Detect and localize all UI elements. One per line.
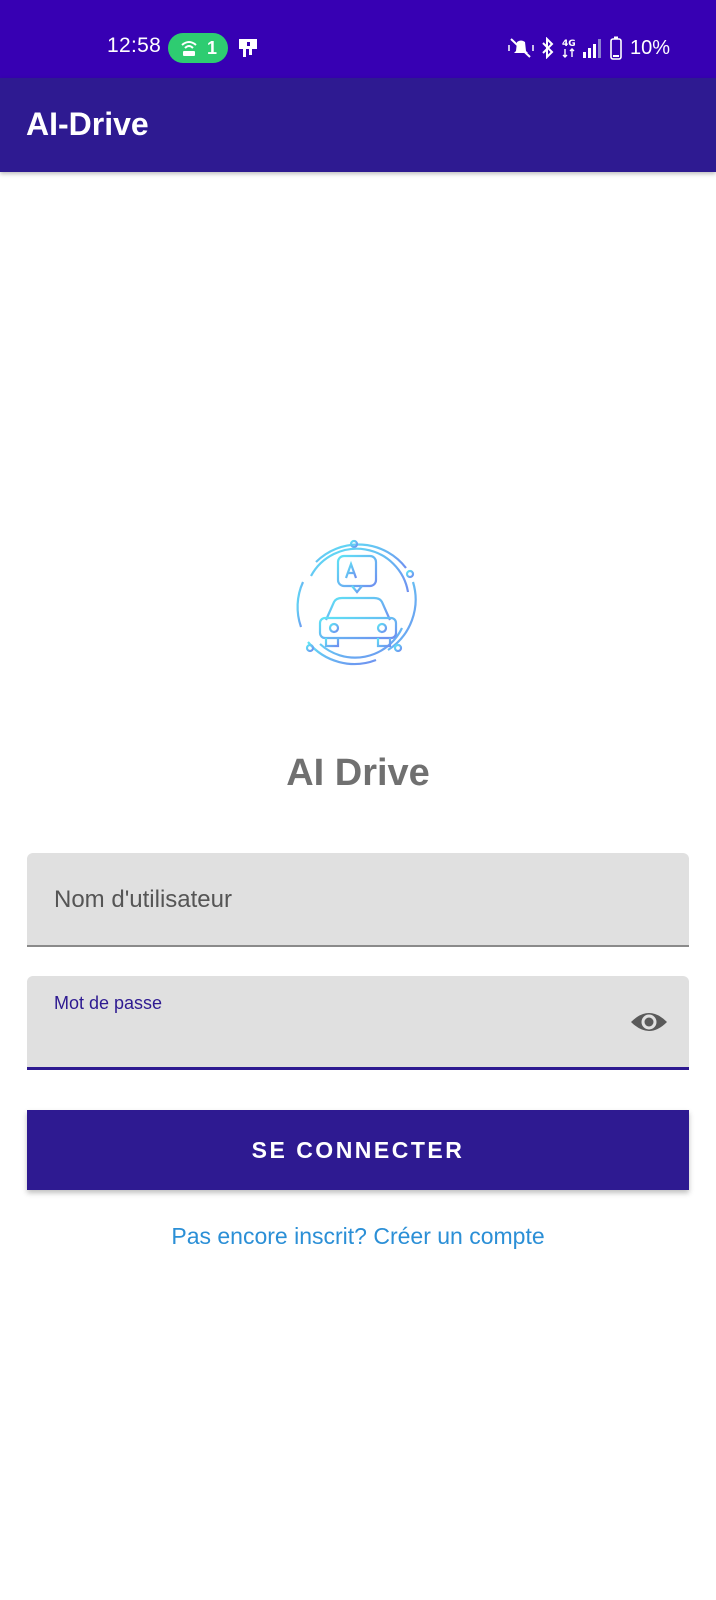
status-time: 12:58: [107, 34, 162, 57]
hotspot-count: 1: [206, 37, 217, 58]
username-placeholder: Nom d'utilisateur: [54, 886, 232, 913]
hotspot-icon: [181, 41, 197, 56]
login-button[interactable]: SE CONNECTER: [27, 1110, 689, 1190]
eye-icon: [631, 1013, 667, 1031]
username-field[interactable]: Nom d'utilisateur: [27, 853, 689, 947]
svg-text:4G: 4G: [562, 39, 576, 49]
signal-icon: [582, 39, 601, 58]
app-title: AI-Drive: [26, 106, 149, 142]
bluetooth-icon: [542, 37, 554, 59]
mute-vibrate-icon: [508, 38, 534, 58]
status-icons-right: 4G 10%: [508, 34, 670, 62]
battery-icon: [610, 36, 622, 60]
password-field[interactable]: Mot de passe: [27, 976, 689, 1070]
brand-title: AI Drive: [286, 752, 430, 794]
create-account-link[interactable]: Pas encore inscrit? Créer un compte: [0, 1223, 716, 1250]
ai-car-logo: [296, 539, 417, 666]
password-label: Mot de passe: [54, 993, 163, 1013]
network-4g-icon: 4G: [562, 39, 576, 58]
status-bar: 12:58 1 4G 10%: [0, 0, 716, 78]
battery-percent: 10%: [629, 36, 670, 59]
notification-icon: [239, 39, 257, 57]
hotspot-indicator: 1: [168, 33, 228, 63]
app-bar: AI-Drive: [0, 78, 716, 172]
toggle-password-visibility-button[interactable]: [629, 1006, 669, 1038]
